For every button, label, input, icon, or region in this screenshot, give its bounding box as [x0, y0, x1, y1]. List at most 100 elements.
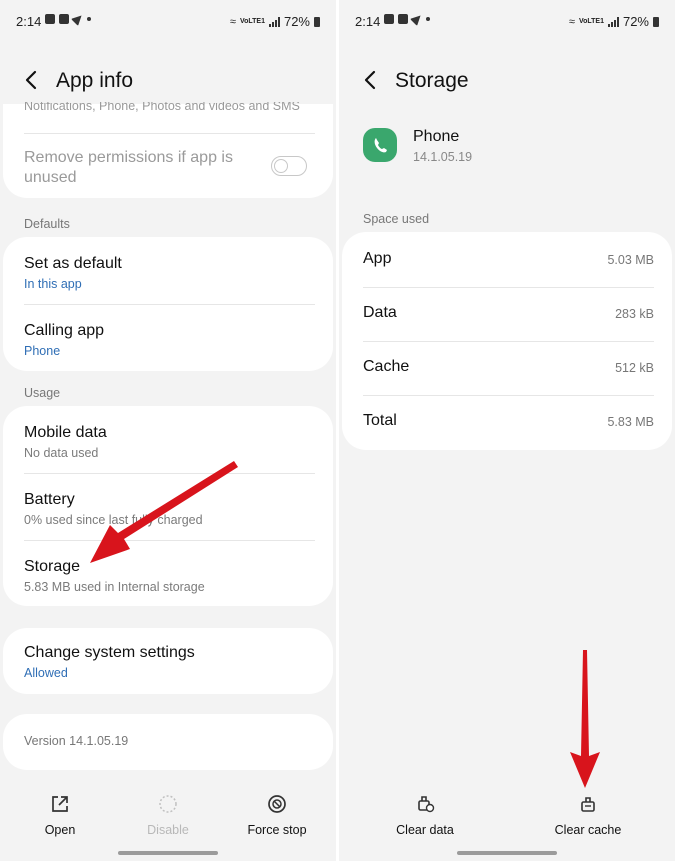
set-as-default-title: Set as default — [24, 255, 122, 272]
clear-data-label: Clear data — [396, 823, 454, 837]
space-used-label: Space used — [363, 212, 430, 226]
set-as-default-item[interactable]: Set as default In this app — [24, 255, 315, 291]
divider — [363, 341, 654, 342]
page-title: Storage — [395, 69, 469, 92]
calling-app-subtitle: Phone — [24, 344, 61, 358]
section-usage: Usage — [24, 386, 61, 400]
back-arrow-icon[interactable] — [24, 70, 38, 90]
battery-title: Battery — [24, 491, 75, 508]
force-stop-label: Force stop — [247, 823, 307, 837]
battery-percent: 72% — [622, 14, 649, 29]
storage-row-cache: Cache 512 kB — [363, 358, 654, 380]
phone-app-icon — [363, 128, 397, 162]
phone-icon — [374, 138, 387, 153]
storage-row-app: App 5.03 MB — [363, 250, 654, 272]
storage-title: Storage — [24, 558, 81, 575]
permissions-summary: Notifications, Phone, Photos and videos … — [24, 102, 300, 113]
row-label: Cache — [363, 358, 410, 375]
row-label: App — [363, 250, 392, 267]
system-settings-card: Change system settings Allowed — [3, 628, 333, 694]
page-title: App info — [56, 69, 134, 92]
system-icons: ≈ VoLTE1 72% — [569, 14, 659, 29]
force-stop-icon — [268, 795, 286, 813]
status-time: 2:14 — [355, 14, 381, 29]
app-name: Phone — [413, 128, 460, 145]
app-info-header: App info — [0, 58, 336, 104]
storage-row-total: Total 5.83 MB — [363, 412, 654, 434]
mobile-data-item[interactable]: Mobile data No data used — [24, 424, 315, 460]
clear-cache-button[interactable]: Clear cache — [538, 793, 638, 837]
divider — [363, 395, 654, 396]
wifi-icon: ≈ — [229, 15, 236, 28]
change-system-settings-item[interactable]: Change system settings Allowed — [24, 644, 315, 680]
disable-icon — [159, 795, 177, 813]
telegram-icon — [409, 11, 425, 27]
permissions-card: Notifications, Phone, Photos and videos … — [3, 102, 333, 198]
storage-card: App 5.03 MB Data 283 kB Cache 512 kB Tot… — [342, 232, 672, 450]
force-stop-button[interactable]: Force stop — [227, 793, 327, 837]
mobile-data-subtitle: No data used — [24, 446, 99, 460]
section-defaults: Defaults — [24, 217, 70, 231]
row-label: Data — [363, 304, 397, 321]
battery-percent: 72% — [283, 14, 310, 29]
gallery-icon — [45, 14, 55, 24]
divider — [24, 473, 315, 474]
open-label: Open — [44, 823, 76, 837]
disable-label: Disable — [147, 823, 189, 837]
signal-icon — [268, 16, 280, 27]
divider — [24, 304, 315, 305]
version-card: Version 14.1.05.19 — [3, 714, 333, 770]
storage-subtitle: 5.83 MB used in Internal storage — [24, 580, 205, 594]
status-time: 2:14 — [16, 14, 42, 29]
gallery-icon — [384, 14, 394, 24]
divider — [24, 540, 315, 541]
battery-icon — [314, 16, 320, 27]
change-system-settings-title: Change system settings — [24, 644, 195, 661]
clear-cache-label: Clear cache — [554, 823, 622, 837]
open-external-icon — [52, 796, 68, 812]
row-value: 512 kB — [615, 361, 654, 375]
back-arrow-icon[interactable] — [363, 70, 377, 90]
shopping-bag-icon — [398, 14, 408, 24]
notification-icons — [384, 11, 430, 27]
change-system-settings-subtitle: Allowed — [24, 666, 68, 680]
app-version: 14.1.05.19 — [413, 150, 473, 164]
status-bar: 2:14 ≈ VoLTE1 72% — [0, 0, 336, 42]
calling-app-item[interactable]: Calling app Phone — [24, 322, 315, 358]
row-value: 5.03 MB — [607, 253, 654, 267]
wifi-icon: ≈ — [568, 15, 575, 28]
system-icons: ≈ VoLTE1 72% — [230, 14, 320, 29]
row-value: 283 kB — [615, 307, 654, 321]
status-bar: 2:14 ≈ VoLTE1 72% — [339, 0, 675, 42]
disable-button[interactable]: Disable — [118, 793, 218, 837]
storage-screen: 2:14 ≈ VoLTE1 72% Storage Phone 14.1.05.… — [339, 0, 675, 861]
telegram-icon — [70, 11, 86, 27]
toggle-knob — [274, 158, 288, 173]
usage-card: Mobile data No data used Battery 0% used… — [3, 406, 333, 606]
shopping-bag-icon — [59, 14, 69, 24]
remove-permissions-toggle[interactable] — [271, 156, 307, 176]
calling-app-title: Calling app — [24, 322, 105, 339]
divider — [363, 287, 654, 288]
clear-data-icon — [418, 796, 435, 813]
storage-item[interactable]: Storage 5.83 MB used in Internal storage — [24, 558, 315, 594]
clear-cache-icon — [581, 797, 595, 812]
open-button[interactable]: Open — [10, 793, 110, 837]
more-notifications-icon — [426, 17, 430, 21]
battery-icon — [653, 16, 659, 27]
app-actions-bar: Open Disable Force stop — [0, 781, 336, 861]
annotation-arrow — [570, 650, 600, 788]
gesture-nav-pill — [118, 851, 218, 855]
mobile-data-title: Mobile data — [24, 424, 107, 441]
defaults-card: Set as default In this app Calling app P… — [3, 237, 333, 371]
set-as-default-subtitle: In this app — [24, 277, 82, 291]
gesture-nav-pill — [457, 851, 557, 855]
divider — [24, 133, 315, 134]
version-label: Version 14.1.05.19 — [24, 734, 129, 748]
signal-icon — [607, 16, 619, 27]
app-info-screen: 2:14 ≈ VoLTE1 72% App info Notifications… — [0, 0, 336, 861]
battery-item[interactable]: Battery 0% used since last fully charged — [24, 491, 315, 527]
storage-actions-bar: Clear data Clear cache — [339, 781, 675, 861]
clear-data-button[interactable]: Clear data — [375, 793, 475, 837]
row-value: 5.83 MB — [607, 415, 654, 429]
